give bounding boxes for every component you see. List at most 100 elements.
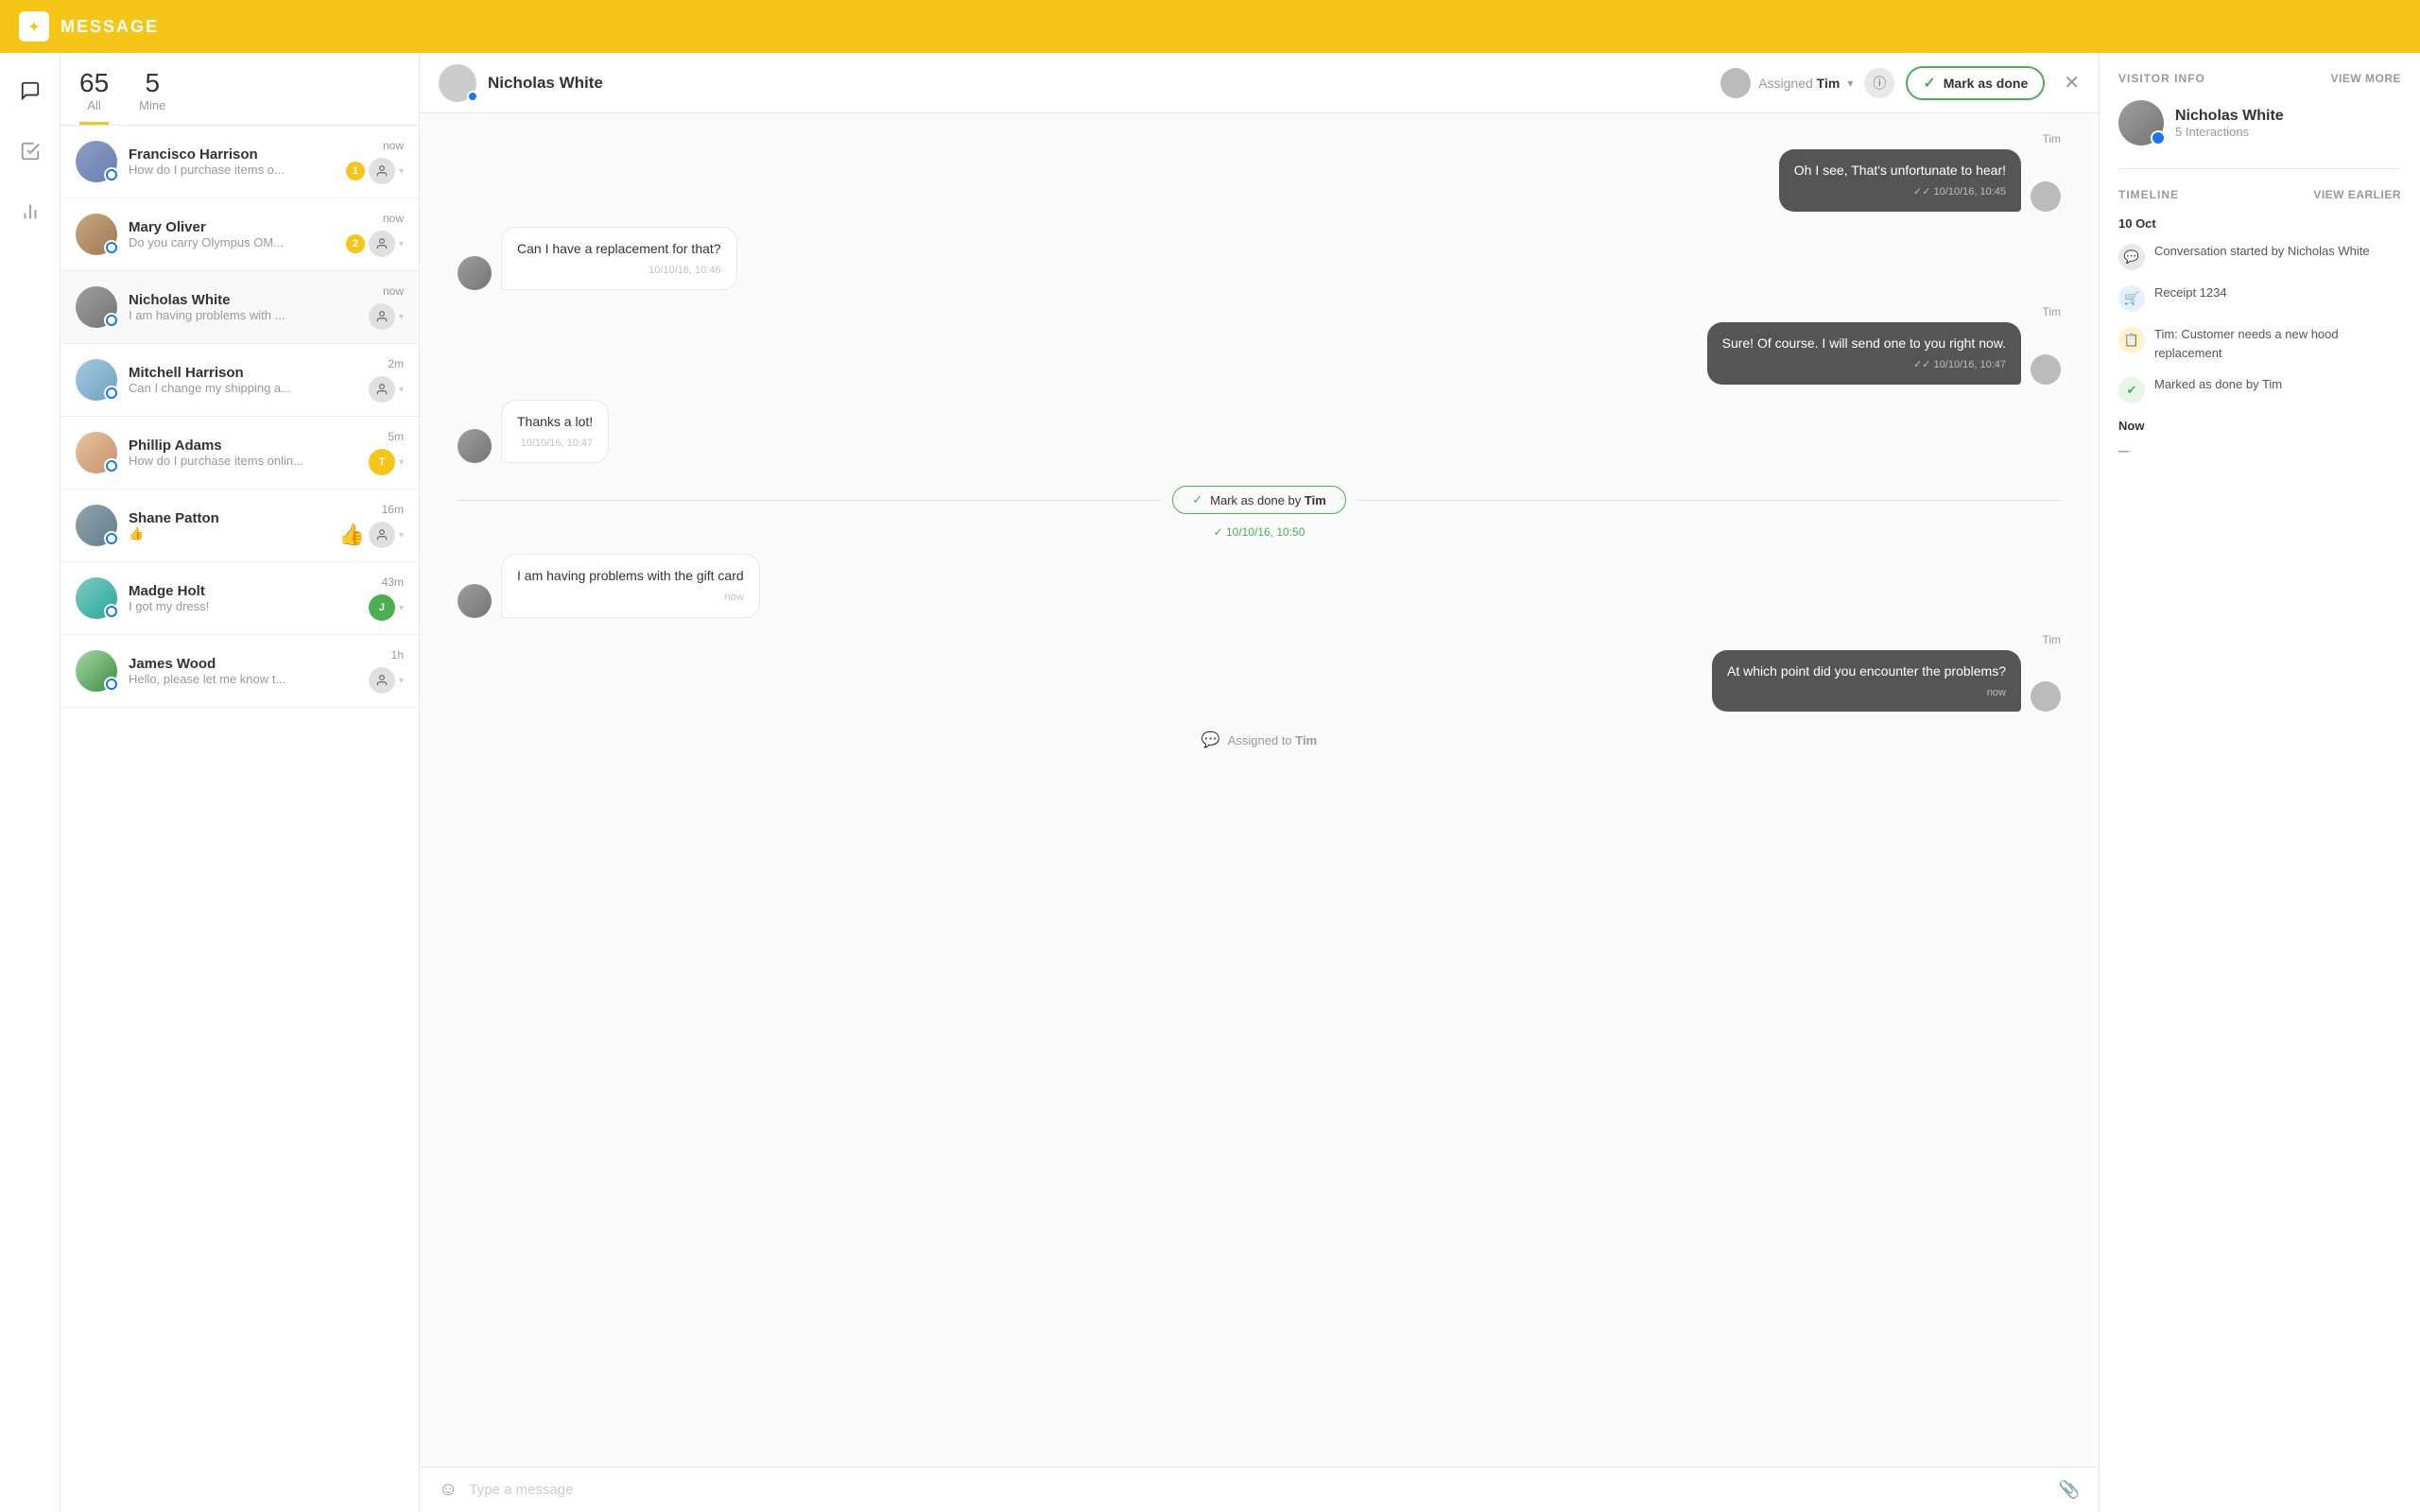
attach-button[interactable]: 📎	[2059, 1480, 2080, 1500]
messenger-badge	[104, 531, 119, 546]
msg-text: Oh I see, That's unfortunate to hear!	[1794, 163, 2006, 178]
agent-avatar: T	[369, 449, 395, 475]
conv-avatar-wrap	[76, 505, 117, 546]
conv-item-mitchell[interactable]: Mitchell Harrison Can I change my shippi…	[60, 344, 419, 417]
agent-with-dropdown: 👍 ▾	[339, 522, 404, 548]
msg-time: ✓✓ 10/10/16, 10:45	[1794, 184, 2006, 200]
all-count: 65	[79, 68, 109, 98]
assigned-agent-name: Tim	[1817, 76, 1841, 91]
conv-content: Nicholas White I am having problems with…	[129, 292, 357, 322]
topbar: ✦ MESSAGE	[0, 0, 2420, 53]
conv-content: Madge Holt I got my dress!	[129, 583, 357, 613]
timeline-now: Now	[2118, 419, 2401, 433]
conv-right: 1h ▾	[369, 648, 404, 694]
conv-avatar-wrap	[76, 432, 117, 473]
conv-chevron-icon[interactable]: ▾	[399, 530, 404, 541]
conv-preview: Hello, please let me know t...	[129, 672, 357, 686]
conv-items: Francisco Harrison How do I purchase ite…	[60, 126, 419, 1512]
divider-line-right	[1357, 500, 2061, 501]
agent-with-dropdown: 2 ▾	[346, 231, 404, 257]
conv-chevron-icon[interactable]: ▾	[399, 457, 404, 468]
online-indicator	[467, 91, 478, 102]
conv-name: Madge Holt	[129, 583, 357, 599]
view-more-button[interactable]: VIEW MORE	[2330, 72, 2401, 85]
app-logo: ✦	[19, 11, 49, 42]
conv-right: now ▾	[369, 284, 404, 330]
timeline-dash: –	[2118, 440, 2401, 462]
conv-item-phillip[interactable]: Phillip Adams How do I purchase items on…	[60, 417, 419, 490]
conv-right: 5m T ▾	[369, 430, 404, 475]
visitor-info: Nicholas White 5 Interactions	[2175, 108, 2284, 139]
conv-chevron-icon[interactable]: ▾	[399, 676, 404, 686]
msg-sender-label: Tim	[2042, 305, 2061, 318]
emoji-button[interactable]: ☺	[439, 1479, 458, 1501]
msg-row-customer: I am having problems with the gift card …	[458, 554, 2061, 618]
mark-done-pill[interactable]: ✓ Mark as done by Tim	[1172, 486, 1346, 514]
tab-mine[interactable]: 5 Mine	[139, 68, 165, 125]
msg-sender-label: Tim	[2042, 132, 2061, 146]
conv-chevron-icon[interactable]: ▾	[399, 166, 404, 177]
conv-avatar-wrap	[76, 214, 117, 255]
agent-with-dropdown: ▾	[369, 303, 404, 330]
conv-preview: How do I purchase items onlin...	[129, 454, 357, 468]
check-circle-icon: ✓	[1923, 74, 1935, 93]
agent-with-dropdown: ▾	[369, 667, 404, 694]
msg-text: At which point did you encounter the pro…	[1727, 663, 2006, 679]
agent-with-dropdown: T ▾	[369, 449, 404, 475]
mark-done-button[interactable]: ✓ Mark as done	[1906, 66, 2045, 100]
conv-chevron-icon[interactable]: ▾	[399, 239, 404, 249]
timeline-item-text: Conversation started by Nicholas White	[2154, 242, 2370, 261]
agent-avatar	[369, 303, 395, 330]
conv-time: now	[383, 212, 404, 225]
timeline-items: 💬 Conversation started by Nicholas White…	[2118, 242, 2401, 404]
messenger-badge	[104, 240, 119, 255]
timeline-icon-note: 📋	[2118, 327, 2145, 353]
timeline-header: TIMELINE VIEW EARLIER	[2118, 188, 2401, 201]
chat-contact-avatar	[439, 64, 476, 102]
conv-chevron-icon[interactable]: ▾	[399, 385, 404, 395]
msg-text: Can I have a replacement for that?	[517, 241, 721, 256]
timeline-item-text: Receipt 1234	[2154, 284, 2227, 302]
conv-item-madge[interactable]: Madge Holt I got my dress! 43m J ▾	[60, 562, 419, 635]
messenger-badge	[104, 604, 119, 619]
view-earlier-button[interactable]: VIEW EARLIER	[2313, 188, 2401, 201]
conv-right: now 2 ▾	[346, 212, 404, 257]
conv-item-nicholas[interactable]: Nicholas White I am having problems with…	[60, 271, 419, 344]
conv-item-shane[interactable]: Shane Patton 👍 16m 👍 ▾	[60, 490, 419, 562]
close-chat-button[interactable]: ✕	[2064, 71, 2080, 94]
mark-done-divider: ✓ Mark as done by Tim ✓ 10/10/16, 10:50	[458, 478, 2061, 539]
timeline-item-text: Tim: Customer needs a new hood replaceme…	[2154, 325, 2401, 362]
conv-content: Phillip Adams How do I purchase items on…	[129, 438, 357, 468]
msg-row-agent: Tim At which point did you encounter the…	[458, 633, 2061, 713]
nav-chat-icon[interactable]	[11, 72, 49, 110]
conv-name: Shane Patton	[129, 510, 328, 526]
visitor-messenger-icon	[2151, 130, 2166, 146]
messenger-badge	[104, 313, 119, 328]
nav-chart-icon[interactable]	[11, 193, 49, 231]
conv-chevron-icon[interactable]: ▾	[399, 312, 404, 322]
agent-with-dropdown: 1 ▾	[346, 158, 404, 184]
assigned-agent-avatar	[1720, 68, 1751, 98]
msg-time: now	[517, 590, 744, 606]
conv-chevron-icon[interactable]: ▾	[399, 603, 404, 613]
conv-time: 2m	[388, 357, 404, 370]
conv-preview: 👍	[129, 526, 328, 541]
message-input[interactable]	[469, 1482, 2047, 1498]
agent-with-dropdown: ▾	[369, 376, 404, 403]
info-button[interactable]: ⓘ	[1864, 68, 1894, 98]
nav-check-icon[interactable]	[11, 132, 49, 170]
visitor-info-title: VISITOR INFO	[2118, 72, 2205, 85]
msg-text: Thanks a lot!	[517, 414, 593, 429]
conv-item-francisco[interactable]: Francisco Harrison How do I purchase ite…	[60, 126, 419, 198]
tab-all[interactable]: 65 All	[79, 68, 109, 125]
conv-item-james[interactable]: James Wood Hello, please let me know t..…	[60, 635, 419, 708]
msg-row-agent: Tim Oh I see, That's unfortunate to hear…	[458, 132, 2061, 212]
conv-right: 16m 👍 ▾	[339, 503, 404, 548]
assigned-chevron-icon[interactable]: ▾	[1847, 77, 1853, 90]
msg-col-agent: Tim Sure! Of course. I will send one to …	[458, 305, 2061, 385]
conv-item-mary[interactable]: Mary Oliver Do you carry Olympus OM... n…	[60, 198, 419, 271]
messenger-badge	[104, 458, 119, 473]
msg-bubble-agent: Sure! Of course. I will send one to you …	[1707, 322, 2021, 385]
conv-name: Mitchell Harrison	[129, 365, 357, 381]
conv-avatar-wrap	[76, 359, 117, 401]
